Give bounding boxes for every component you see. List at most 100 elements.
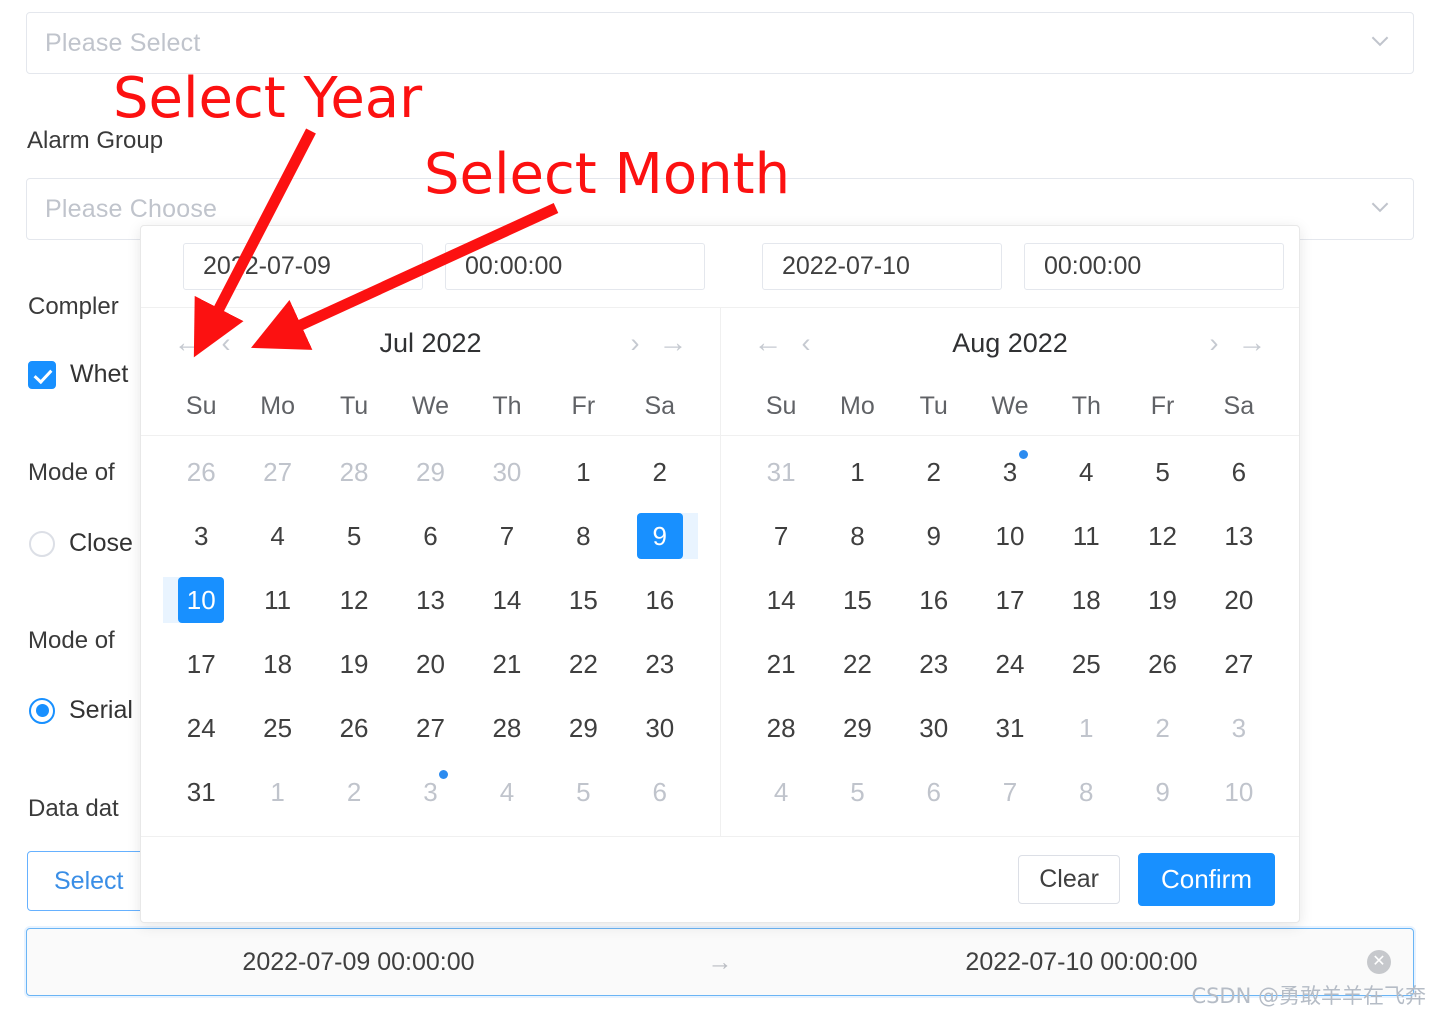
calendar-day-cell[interactable]: 19	[316, 632, 392, 696]
top-select-field[interactable]: Please Select	[26, 12, 1414, 74]
calendar-day-cell[interactable]: 12	[1124, 504, 1200, 568]
calendar-day-cell[interactable]: 4	[1048, 440, 1124, 504]
calendar-day-cell[interactable]: 27	[239, 440, 315, 504]
calendar-day-cell[interactable]: 23	[622, 632, 698, 696]
calendar-day-cell[interactable]: 24	[163, 696, 239, 760]
calendar-day-cell[interactable]: 1	[819, 440, 895, 504]
calendar-day-cell[interactable]: 29	[545, 696, 621, 760]
calendar-day-cell[interactable]: 6	[392, 504, 468, 568]
next-month-icon[interactable]: ›	[1195, 329, 1233, 357]
calendar-day-cell[interactable]: 2	[1124, 696, 1200, 760]
calendar-day-cell[interactable]: 7	[469, 504, 545, 568]
calendar-left-title[interactable]: Jul 2022	[245, 328, 616, 359]
start-date-input[interactable]: 2022-07-09	[183, 243, 423, 290]
calendar-day-cell[interactable]: 20	[392, 632, 468, 696]
radio-icon[interactable]	[29, 530, 55, 557]
calendar-day-cell[interactable]: 26	[163, 440, 239, 504]
calendar-day-cell[interactable]: 30	[469, 440, 545, 504]
calendar-day-cell[interactable]: 31	[972, 696, 1048, 760]
calendar-day-cell[interactable]: 15	[819, 568, 895, 632]
calendar-day-cell[interactable]: 28	[316, 440, 392, 504]
prev-year-icon[interactable]: ←	[749, 328, 787, 358]
next-year-icon[interactable]: →	[1233, 328, 1271, 358]
next-year-icon[interactable]: →	[654, 328, 692, 358]
calendar-day-cell[interactable]: 14	[469, 568, 545, 632]
calendar-day-cell[interactable]: 27	[1201, 632, 1277, 696]
start-time-input[interactable]: 00:00:00	[445, 243, 705, 290]
calendar-day-cell[interactable]: 3	[972, 440, 1048, 504]
prev-year-icon[interactable]: ←	[169, 328, 207, 358]
prev-month-icon[interactable]: ‹	[207, 329, 245, 357]
calendar-day-cell[interactable]: 27	[392, 696, 468, 760]
calendar-day-cell[interactable]: 22	[545, 632, 621, 696]
calendar-day-cell[interactable]: 2	[622, 440, 698, 504]
calendar-day-cell[interactable]: 26	[316, 696, 392, 760]
calendar-day-cell[interactable]: 5	[316, 504, 392, 568]
calendar-day-cell[interactable]: 3	[392, 760, 468, 824]
calendar-day-cell[interactable]: 31	[743, 440, 819, 504]
calendar-day-cell[interactable]: 1	[1048, 696, 1124, 760]
end-time-input[interactable]: 00:00:00	[1024, 243, 1284, 290]
radio-selected-icon[interactable]	[29, 697, 55, 724]
calendar-day-cell[interactable]: 31	[163, 760, 239, 824]
calendar-day-cell[interactable]: 11	[239, 568, 315, 632]
calendar-day-cell[interactable]: 29	[819, 696, 895, 760]
next-month-icon[interactable]: ›	[616, 329, 654, 357]
calendar-day-cell[interactable]: 9	[622, 504, 699, 568]
serial-radio-row[interactable]: Serial	[29, 696, 133, 725]
whether-checkbox-row[interactable]: Whet	[28, 360, 128, 389]
calendar-day-cell[interactable]: 19	[1124, 568, 1200, 632]
calendar-day-cell[interactable]: 26	[1124, 632, 1200, 696]
close-radio-row[interactable]: Close	[29, 529, 133, 558]
calendar-day-cell[interactable]: 7	[743, 504, 819, 568]
calendar-day-cell[interactable]: 28	[469, 696, 545, 760]
calendar-day-cell[interactable]: 23	[896, 632, 972, 696]
prev-month-icon[interactable]: ‹	[787, 329, 825, 357]
calendar-day-cell[interactable]: 20	[1201, 568, 1277, 632]
calendar-day-cell[interactable]: 9	[1124, 760, 1200, 824]
calendar-day-cell[interactable]: 11	[1048, 504, 1124, 568]
calendar-day-cell[interactable]: 21	[469, 632, 545, 696]
calendar-day-cell[interactable]: 4	[743, 760, 819, 824]
calendar-day-cell[interactable]: 8	[545, 504, 621, 568]
calendar-day-cell[interactable]: 16	[622, 568, 698, 632]
clear-button[interactable]: Clear	[1018, 855, 1120, 904]
calendar-day-cell[interactable]: 3	[1201, 696, 1277, 760]
calendar-day-cell[interactable]: 24	[972, 632, 1048, 696]
close-circle-icon[interactable]: ✕	[1367, 950, 1391, 974]
calendar-day-cell[interactable]: 4	[469, 760, 545, 824]
calendar-day-cell[interactable]: 6	[896, 760, 972, 824]
calendar-day-cell[interactable]: 13	[392, 568, 468, 632]
calendar-day-cell[interactable]: 9	[896, 504, 972, 568]
calendar-day-cell[interactable]: 25	[239, 696, 315, 760]
calendar-day-cell[interactable]: 28	[743, 696, 819, 760]
calendar-day-cell[interactable]: 5	[819, 760, 895, 824]
calendar-day-cell[interactable]: 10	[1201, 760, 1277, 824]
calendar-day-cell[interactable]: 30	[622, 696, 698, 760]
calendar-day-cell[interactable]: 18	[239, 632, 315, 696]
calendar-day-cell[interactable]: 25	[1048, 632, 1124, 696]
calendar-day-cell[interactable]: 12	[316, 568, 392, 632]
calendar-right-title[interactable]: Aug 2022	[825, 328, 1195, 359]
calendar-day-cell[interactable]: 15	[545, 568, 621, 632]
calendar-day-cell[interactable]: 1	[239, 760, 315, 824]
calendar-day-cell[interactable]: 6	[622, 760, 698, 824]
calendar-day-cell[interactable]: 10	[163, 568, 239, 632]
check-icon[interactable]	[28, 360, 56, 389]
confirm-button[interactable]: Confirm	[1137, 853, 1275, 906]
calendar-day-cell[interactable]: 14	[743, 568, 819, 632]
calendar-day-cell[interactable]: 21	[743, 632, 819, 696]
calendar-day-cell[interactable]: 5	[1124, 440, 1200, 504]
calendar-day-cell[interactable]: 4	[239, 504, 315, 568]
calendar-day-cell[interactable]: 22	[819, 632, 895, 696]
calendar-day-cell[interactable]: 6	[1201, 440, 1277, 504]
calendar-day-cell[interactable]: 18	[1048, 568, 1124, 632]
calendar-day-cell[interactable]: 2	[896, 440, 972, 504]
calendar-day-cell[interactable]: 3	[163, 504, 239, 568]
calendar-day-cell[interactable]: 10	[972, 504, 1048, 568]
calendar-day-cell[interactable]: 8	[1048, 760, 1124, 824]
calendar-day-cell[interactable]: 2	[316, 760, 392, 824]
calendar-day-cell[interactable]: 17	[163, 632, 239, 696]
calendar-day-cell[interactable]: 29	[392, 440, 468, 504]
calendar-day-cell[interactable]: 8	[819, 504, 895, 568]
